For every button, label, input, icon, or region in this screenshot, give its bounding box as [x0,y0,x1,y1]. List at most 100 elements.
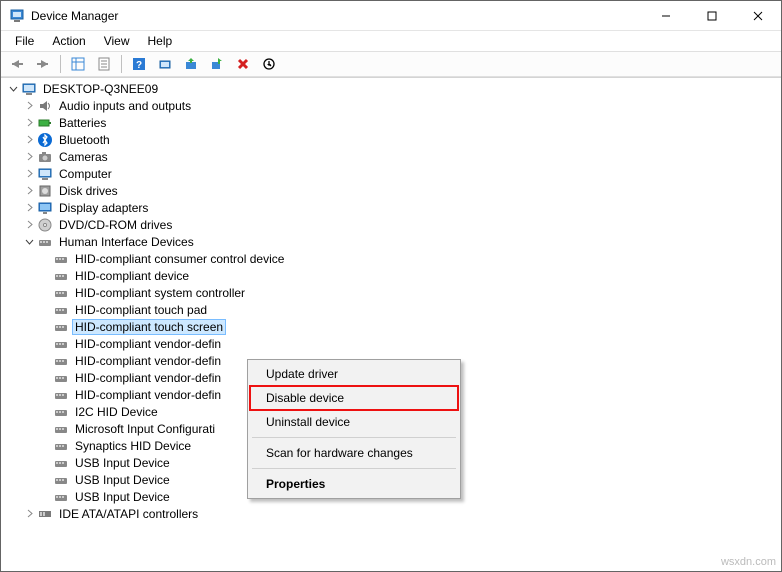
maximize-button[interactable] [689,1,735,30]
hid-icon [37,234,53,250]
collapse-icon[interactable] [5,81,21,97]
collapse-icon[interactable] [21,234,37,250]
properties-button[interactable] [92,53,116,75]
tree-device-label: USB Input Device [73,490,172,504]
expand-icon[interactable] [21,166,37,182]
svg-text:?: ? [136,60,142,71]
tree-device[interactable]: HID-compliant vendor-defin [1,335,781,352]
expand-icon[interactable] [21,115,37,131]
update-driver-button[interactable] [179,53,203,75]
display-icon [37,200,53,216]
expand-icon[interactable] [21,200,37,216]
expand-icon[interactable] [21,217,37,233]
show-hide-tree-button[interactable] [66,53,90,75]
titlebar: Device Manager [1,1,781,31]
hid-device-icon [53,438,69,454]
tree-category[interactable]: Audio inputs and outputs [1,97,781,114]
tree-device-label: HID-compliant system controller [73,286,247,300]
forward-button[interactable] [31,53,55,75]
context-menu: Update driver Disable device Uninstall d… [247,359,461,499]
tree-device-label: HID-compliant touch pad [73,303,209,317]
tree-category-label: Bluetooth [57,133,112,147]
minimize-button[interactable] [643,1,689,30]
tree-device-label: I2C HID Device [73,405,160,419]
hid-device-icon [53,455,69,471]
tree-category-label: Display adapters [57,201,150,215]
camera-icon [37,149,53,165]
watermark: wsxdn.com [721,556,776,568]
ctx-separator [252,437,456,438]
close-button[interactable] [735,1,781,30]
tree-category-label: Human Interface Devices [57,235,196,249]
tree-device-label: USB Input Device [73,456,172,470]
help-button[interactable]: ? [127,53,151,75]
tree-category-label: DVD/CD-ROM drives [57,218,174,232]
tree-category[interactable]: DVD/CD-ROM drives [1,216,781,233]
ctx-properties[interactable]: Properties [250,472,458,496]
toolbar: ? [1,51,781,77]
tree-root[interactable]: DESKTOP-Q3NEE09 [1,80,781,97]
tree-device-label: USB Input Device [73,473,172,487]
hid-device-icon [53,472,69,488]
uninstall-device-button[interactable] [231,53,255,75]
tree-device-label: HID-compliant vendor-defin [73,388,223,402]
hid-device-icon [53,421,69,437]
tree-device[interactable]: HID-compliant device [1,267,781,284]
ctx-disable-device[interactable]: Disable device [250,386,458,410]
expand-icon[interactable] [21,183,37,199]
hid-device-icon [53,319,69,335]
hid-device-icon [53,489,69,505]
expand-icon[interactable] [21,98,37,114]
tree-device[interactable]: HID-compliant touch screen [1,318,781,335]
hid-device-icon [53,268,69,284]
speaker-icon [37,98,53,114]
battery-icon [37,115,53,131]
tree-category[interactable]: IDE ATA/ATAPI controllers [1,505,781,522]
tree-category[interactable]: Bluetooth [1,131,781,148]
hid-device-icon [53,285,69,301]
tree-category[interactable]: Computer [1,165,781,182]
content-area: DESKTOP-Q3NEE09Audio inputs and outputsB… [1,77,781,571]
tree-category[interactable]: Human Interface Devices [1,233,781,250]
tree-category[interactable]: Display adapters [1,199,781,216]
tree-root-label: DESKTOP-Q3NEE09 [41,82,160,96]
hid-device-icon [53,370,69,386]
tree-device[interactable]: HID-compliant touch pad [1,301,781,318]
ctx-scan-hardware[interactable]: Scan for hardware changes [250,441,458,465]
ctx-separator [252,468,456,469]
tree-category[interactable]: Disk drives [1,182,781,199]
scan-hardware-button[interactable] [153,53,177,75]
expand-icon[interactable] [21,506,37,522]
menu-file[interactable]: File [7,32,42,50]
ctx-uninstall-device[interactable]: Uninstall device [250,410,458,434]
toolbar-separator [60,55,61,73]
tree-device-label: HID-compliant device [73,269,191,283]
tree-device[interactable]: HID-compliant consumer control device [1,250,781,267]
enable-device-button[interactable] [205,53,229,75]
tree-device-label: HID-compliant vendor-defin [73,371,223,385]
ctx-update-driver[interactable]: Update driver [250,362,458,386]
hid-device-icon [53,336,69,352]
tree-category[interactable]: Cameras [1,148,781,165]
expand-icon[interactable] [21,149,37,165]
tree-device[interactable]: HID-compliant system controller [1,284,781,301]
tree-device-label: Synaptics HID Device [73,439,193,453]
menu-action[interactable]: Action [44,32,93,50]
menu-help[interactable]: Help [140,32,181,50]
hid-device-icon [53,302,69,318]
menu-view[interactable]: View [96,32,138,50]
app-icon [9,8,25,24]
disable-device-button[interactable] [257,53,281,75]
ide-icon [37,506,53,522]
expand-icon[interactable] [21,132,37,148]
tree-category-label: Audio inputs and outputs [57,99,193,113]
tree-category-label: Disk drives [57,184,120,198]
disk-icon [37,183,53,199]
back-button[interactable] [5,53,29,75]
hid-device-icon [53,404,69,420]
computer-icon [21,81,37,97]
tree-category[interactable]: Batteries [1,114,781,131]
tree-category-label: IDE ATA/ATAPI controllers [57,507,200,521]
toolbar-separator [121,55,122,73]
hid-device-icon [53,353,69,369]
